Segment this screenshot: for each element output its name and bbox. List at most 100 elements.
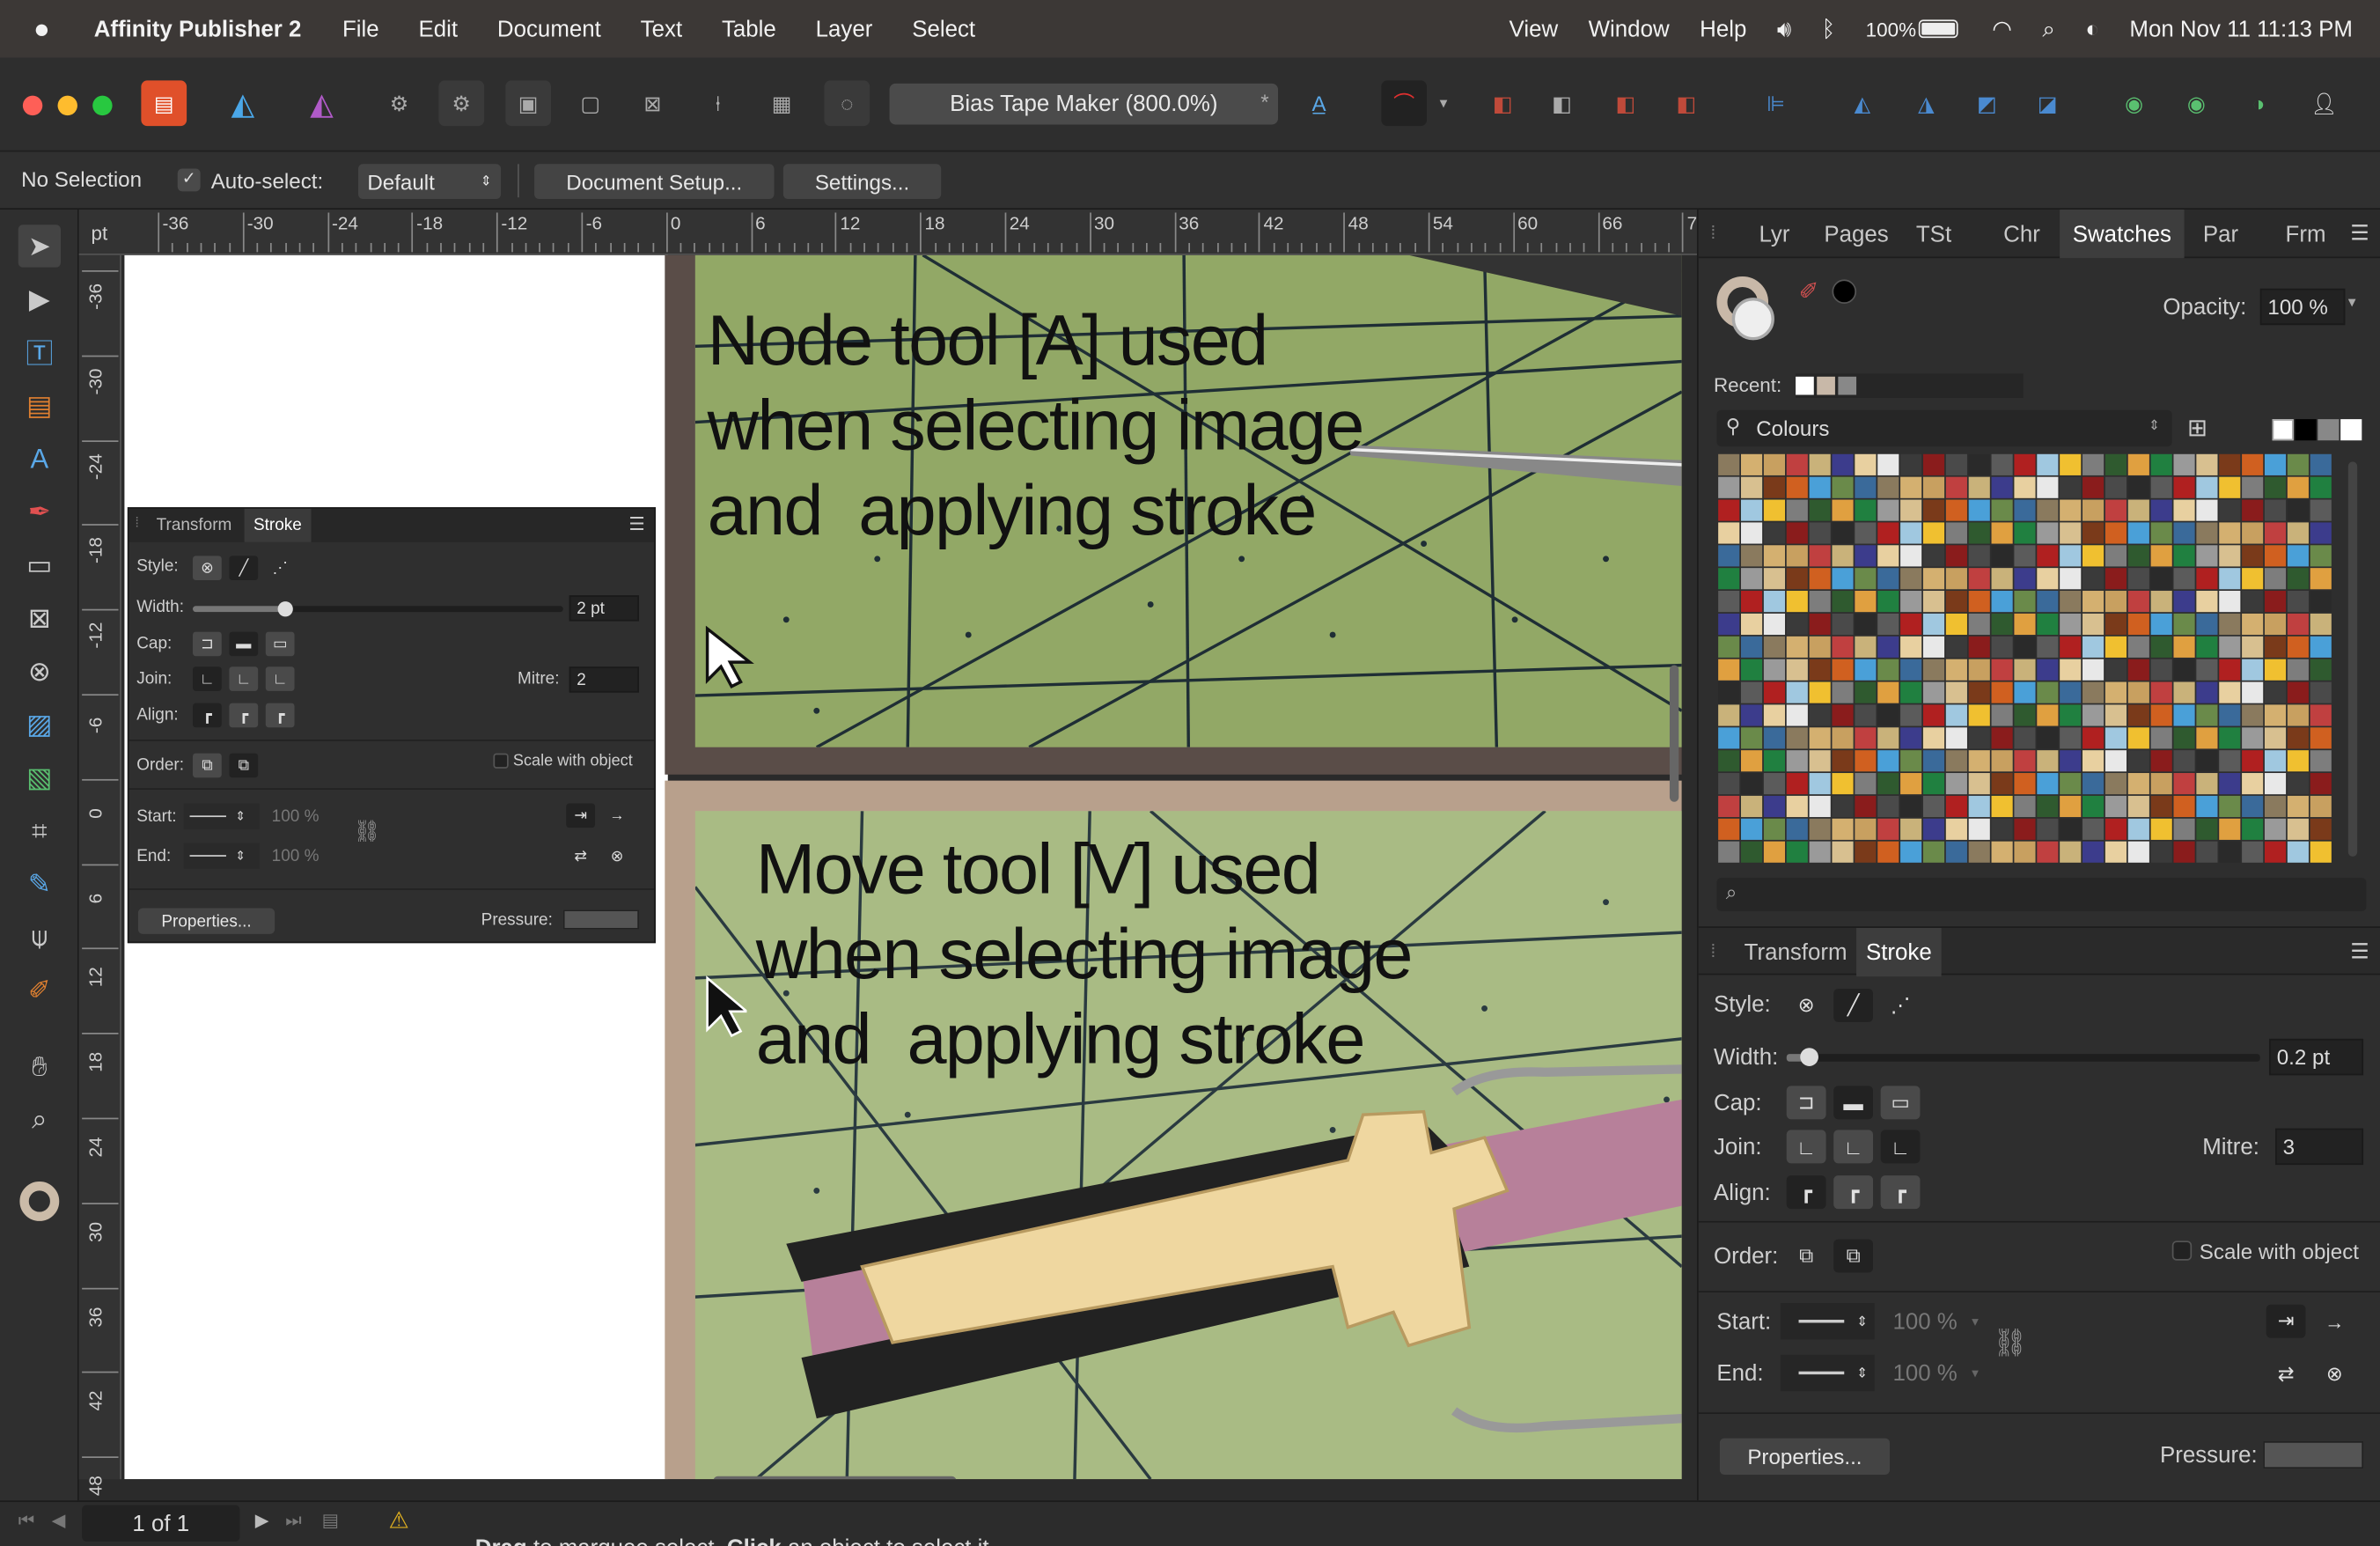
color-swatch[interactable] [2286, 726, 2309, 748]
color-swatch[interactable] [2286, 590, 2309, 612]
color-swatch[interactable] [2036, 453, 2058, 475]
color-swatch[interactable] [2195, 453, 2217, 475]
color-swatch[interactable] [2059, 658, 2081, 680]
preflight-icon[interactable]: ⚙ [438, 80, 485, 127]
color-swatch[interactable] [1763, 817, 1785, 840]
tab-transform[interactable]: Transform [1738, 928, 1854, 976]
color-swatch[interactable] [2309, 840, 2331, 862]
color-swatch[interactable] [1763, 772, 1785, 794]
color-swatch[interactable] [1763, 498, 1785, 520]
color-swatch[interactable] [1899, 658, 1921, 680]
color-swatch[interactable] [2082, 453, 2104, 475]
pressure-graph[interactable] [2263, 1441, 2364, 1469]
color-swatch[interactable] [2105, 498, 2127, 520]
color-swatch[interactable] [1967, 635, 1989, 658]
color-swatch[interactable] [2105, 590, 2127, 612]
color-swatch[interactable] [1944, 681, 1967, 703]
wifi-icon[interactable]: ◠ [1977, 15, 2027, 42]
color-swatch[interactable] [1854, 590, 1876, 612]
battery-icon[interactable] [1919, 19, 1959, 39]
color-swatch[interactable] [2059, 749, 2081, 771]
image-frame-bottom[interactable]: Move tool [V] used when selecting image … [665, 780, 1682, 1480]
color-swatch[interactable] [1740, 567, 1762, 589]
color-swatch[interactable] [2059, 544, 2081, 566]
color-swatch[interactable] [1717, 498, 1739, 520]
color-swatch[interactable] [1854, 658, 1876, 680]
end-pct[interactable]: 100 % [1892, 1361, 1957, 1387]
color-swatch[interactable] [1922, 749, 1944, 771]
color-swatch[interactable] [2127, 453, 2149, 475]
color-swatch[interactable] [2149, 498, 2171, 520]
color-swatch[interactable] [2218, 613, 2240, 635]
float-end-arrowhead[interactable]: ⇕ [183, 843, 260, 869]
color-swatch[interactable] [2127, 590, 2149, 612]
color-swatch[interactable] [1831, 544, 1853, 566]
window-close-button[interactable] [22, 95, 43, 116]
color-swatch[interactable] [1785, 749, 1808, 771]
color-swatch[interactable] [1717, 658, 1739, 680]
color-swatch[interactable] [1854, 749, 1876, 771]
auto-select-checkbox[interactable]: ✓ [177, 168, 201, 192]
color-swatch[interactable] [1877, 475, 1899, 497]
color-swatch[interactable] [2264, 817, 2286, 840]
color-swatch[interactable] [2149, 795, 2171, 817]
color-swatch[interactable] [1717, 795, 1739, 817]
color-swatch[interactable] [2059, 817, 2081, 840]
color-swatch[interactable] [1763, 840, 1785, 862]
horizontal-ruler[interactable]: pt -36 -30 -24 -18 -12 -6 0 6 12 18 24 30 36 42 48 54 60… [78, 210, 1755, 255]
color-swatch[interactable] [1922, 498, 1944, 520]
color-swatch[interactable] [2059, 453, 2081, 475]
color-swatch[interactable] [1899, 567, 1921, 589]
color-swatch[interactable] [2241, 681, 2263, 703]
color-swatch[interactable] [2105, 453, 2127, 475]
color-swatch[interactable] [2218, 567, 2240, 589]
color-swatch[interactable] [2195, 521, 2217, 543]
color-swatch[interactable] [2218, 475, 2240, 497]
menu-view[interactable]: View [1494, 16, 1573, 41]
color-swatch[interactable] [2309, 658, 2331, 680]
settings-gear-icon[interactable]: ⚙ [377, 80, 422, 126]
color-swatch[interactable] [1740, 681, 1762, 703]
menu-edit[interactable]: Edit [399, 16, 477, 41]
color-swatch[interactable] [2127, 726, 2149, 748]
color-swatch[interactable] [2036, 703, 2058, 725]
color-swatch[interactable] [2036, 749, 2058, 771]
color-swatch[interactable] [2105, 703, 2127, 725]
color-swatch[interactable] [1922, 613, 1944, 635]
image-frame-top[interactable]: Node tool [A] used when selecting image … [665, 254, 1682, 775]
color-swatch[interactable] [1831, 749, 1853, 771]
color-swatch[interactable] [1899, 795, 1921, 817]
width-field[interactable]: 0.2 pt [2269, 1038, 2364, 1076]
color-swatch[interactable] [1944, 726, 1967, 748]
ruler-unit-label[interactable]: pt [91, 222, 107, 245]
color-swatch[interactable] [2149, 453, 2171, 475]
prev-page-icon[interactable]: ◀ [52, 1510, 66, 1531]
tab-text-styles[interactable]: TSt [1899, 210, 1968, 258]
color-swatch[interactable] [1831, 840, 1853, 862]
color-swatch[interactable] [2059, 772, 2081, 794]
pen-tool-icon[interactable]: ✒ [18, 490, 61, 533]
color-swatch[interactable] [2082, 590, 2104, 612]
bluetooth-icon[interactable]: ᛒ [1806, 16, 1850, 41]
color-swatch[interactable] [1990, 817, 2012, 840]
arrowhead-extend-icon[interactable]: → [2315, 1305, 2354, 1338]
menubar-clock[interactable]: Mon Nov 11 11:13 PM [2114, 16, 2353, 41]
color-swatch[interactable] [2218, 772, 2240, 794]
color-swatch[interactable] [2127, 840, 2149, 862]
color-swatch[interactable] [2082, 521, 2104, 543]
color-swatch[interactable] [1808, 840, 1830, 862]
color-swatch[interactable] [1944, 567, 1967, 589]
color-swatch[interactable] [1808, 498, 1830, 520]
color-swatch[interactable] [1763, 613, 1785, 635]
order-behind-icon[interactable]: ⧉ [1787, 1240, 1826, 1273]
float-style-none-icon[interactable]: ⊗ [193, 556, 222, 580]
color-swatch[interactable] [2309, 703, 2331, 725]
color-swatch[interactable] [2082, 544, 2104, 566]
color-swatch[interactable] [2127, 475, 2149, 497]
start-pct-dropdown-icon[interactable]: ▾ [1972, 1314, 1979, 1330]
color-swatch[interactable] [1922, 772, 1944, 794]
opacity-field[interactable]: 100 % [2259, 288, 2346, 326]
float-order-behind-icon[interactable]: ⧉ [193, 753, 222, 778]
first-page-icon[interactable]: ⏮ [18, 1510, 35, 1533]
color-swatch[interactable] [2286, 521, 2309, 543]
